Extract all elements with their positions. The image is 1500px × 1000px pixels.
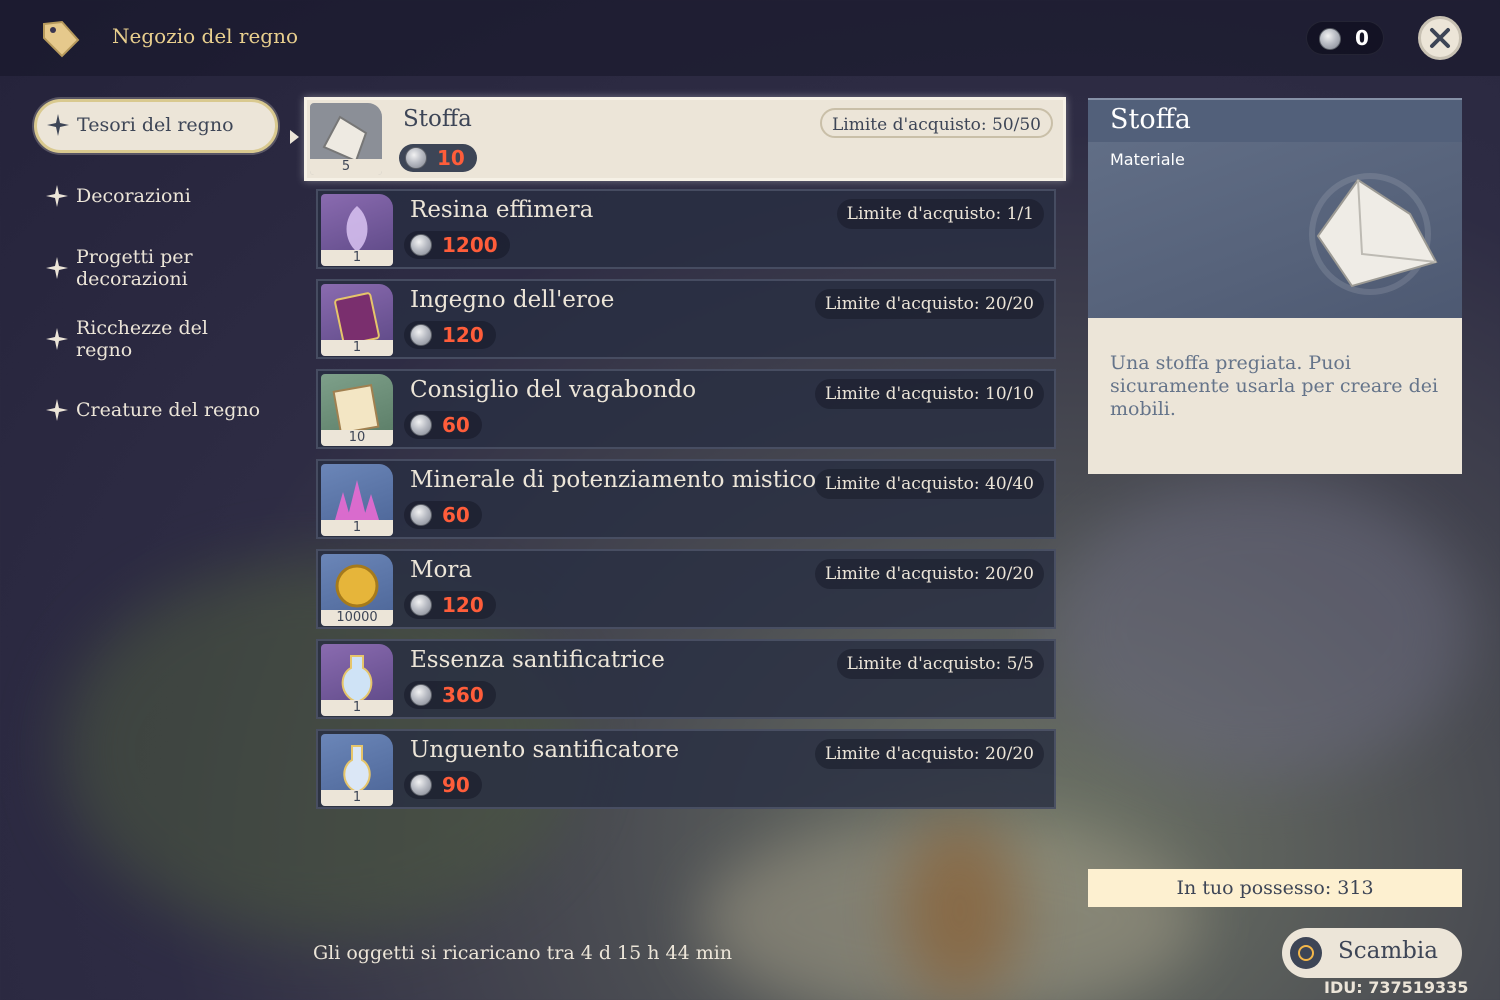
purchase-limit: Limite d'acquisto: 20/20	[815, 559, 1044, 589]
sidebar-item-progetti[interactable]: Progetti per decorazioni	[46, 246, 193, 290]
shop-item-row[interactable]: 1 Unguento santificatore 90 Limite d'acq…	[316, 729, 1056, 809]
item-name: Unguento santificatore	[410, 737, 680, 763]
item-name: Resina effimera	[410, 197, 594, 223]
realm-currency-icon	[410, 594, 432, 616]
purchase-limit: Limite d'acquisto: 40/40	[815, 469, 1044, 499]
item-price: 360	[404, 681, 496, 709]
realm-currency-icon	[410, 684, 432, 706]
item-name: Consiglio del vagabondo	[410, 377, 697, 403]
item-quantity: 5	[310, 159, 382, 175]
item-price: 60	[404, 501, 482, 529]
sparkle-icon	[46, 185, 68, 207]
cloth-icon	[1309, 173, 1438, 295]
item-name: Essenza santificatrice	[410, 647, 665, 673]
sidebar-item-label: Creature del regno	[76, 399, 261, 421]
realm-currency-icon	[410, 324, 432, 346]
item-name: Stoffa	[403, 106, 472, 132]
shop-tag-icon	[43, 20, 80, 58]
sidebar-item-label: Tesori del regno	[77, 114, 234, 136]
resin-icon: 1	[321, 194, 393, 266]
item-quantity: 1	[321, 340, 393, 356]
shop-item-row[interactable]: 1 Essenza santificatrice 360 Limite d'ac…	[316, 639, 1056, 719]
item-price: 60	[404, 411, 482, 439]
shop-item-row[interactable]: 1 Resina effimera 1200 Limite d'acquisto…	[316, 189, 1056, 269]
currency-value: 0	[1355, 26, 1369, 50]
mora-coin-icon: 10000	[321, 554, 393, 626]
close-icon	[1430, 28, 1450, 48]
active-indicator-arrow	[290, 130, 299, 144]
item-quantity: 10	[321, 430, 393, 446]
item-quantity: 1	[321, 790, 393, 806]
detail-body: Una stoffa pregiata. Puoi sicuramente us…	[1088, 318, 1462, 474]
sparkle-icon	[46, 257, 68, 279]
purchase-limit: Limite d'acquisto: 20/20	[815, 739, 1044, 769]
detail-header: Stoffa	[1088, 98, 1462, 142]
item-quantity: 1	[321, 520, 393, 536]
purchase-limit: Limite d'acquisto: 20/20	[815, 289, 1044, 319]
item-quantity: 10000	[321, 610, 393, 626]
item-price: 1200	[404, 231, 510, 259]
purchase-limit: Limite d'acquisto: 1/1	[836, 199, 1044, 229]
item-name: Mora	[410, 557, 473, 583]
purchase-limit: Limite d'acquisto: 10/10	[815, 379, 1044, 409]
book-icon: 1	[321, 284, 393, 356]
restock-timer: Gli oggetti si ricaricano tra 4 d 15 h 4…	[313, 942, 733, 964]
realm-currency-icon	[410, 234, 432, 256]
purchase-limit: Limite d'acquisto: 5/5	[836, 649, 1044, 679]
item-price: 120	[404, 591, 496, 619]
sidebar-item-decorazioni[interactable]: Decorazioni	[46, 185, 191, 207]
purchase-limit: Limite d'acquisto: 50/50	[820, 108, 1053, 138]
sparkle-icon	[46, 328, 68, 350]
shop-item-row[interactable]: 1 Ingegno dell'eroe 120 Limite d'acquist…	[316, 279, 1056, 359]
sidebar-item-creature[interactable]: Creature del regno	[46, 399, 260, 421]
item-price: 10	[399, 144, 477, 172]
sparkle-icon	[46, 399, 68, 421]
scroll-icon: 10	[321, 374, 393, 446]
owned-count: In tuo possesso: 313	[1088, 869, 1462, 907]
close-button[interactable]	[1418, 16, 1462, 60]
sidebar-item-label: Decorazioni	[76, 185, 191, 207]
user-id: IDU: 737519335	[1324, 978, 1469, 997]
item-name: Ingegno dell'eroe	[410, 287, 615, 313]
sidebar-item-ricchezze[interactable]: Ricchezze del regno	[46, 317, 208, 361]
confirm-ring-icon	[1290, 937, 1322, 969]
sidebar-item-label: Progetti per decorazioni	[76, 246, 193, 290]
detail-description: Una stoffa pregiata. Puoi sicuramente us…	[1110, 352, 1439, 420]
exchange-button[interactable]: Scambia	[1282, 928, 1462, 978]
realm-currency-icon	[405, 147, 427, 169]
shop-item-row[interactable]: 1 Minerale di potenziamento mistico 60 L…	[316, 459, 1056, 539]
detail-title: Stoffa	[1110, 104, 1191, 135]
realm-currency-icon	[410, 414, 432, 436]
item-price: 120	[404, 321, 496, 349]
item-name: Minerale di potenziamento mistico	[410, 467, 817, 493]
essence-flask-icon: 1	[321, 644, 393, 716]
detail-artwork: Materiale	[1088, 142, 1462, 318]
item-quantity: 1	[321, 250, 393, 266]
realm-currency-icon	[410, 504, 432, 526]
page-title: Negozio del regno	[112, 24, 299, 48]
cloth-icon: 5	[310, 103, 382, 175]
top-bar: Negozio del regno 0	[0, 0, 1500, 76]
crystal-icon: 1	[321, 464, 393, 536]
item-price: 90	[404, 771, 482, 799]
sidebar-item-tesori-del-regno[interactable]: Tesori del regno	[34, 99, 278, 153]
exchange-label: Scambia	[1338, 938, 1438, 964]
item-quantity: 1	[321, 700, 393, 716]
realm-currency-icon	[410, 774, 432, 796]
sidebar-item-label: Ricchezze del regno	[76, 317, 208, 361]
sparkle-icon	[47, 114, 69, 136]
currency-balance: 0	[1306, 21, 1384, 55]
shop-item-row[interactable]: 5 Stoffa 10 Limite d'acquisto: 50/50	[304, 97, 1066, 181]
item-detail-panel: Stoffa Materiale Una stoffa pregiata. Pu…	[1088, 98, 1462, 474]
shop-item-row[interactable]: 10 Consiglio del vagabondo 60 Limite d'a…	[316, 369, 1056, 449]
unction-flask-icon: 1	[321, 734, 393, 806]
realm-currency-icon	[1319, 28, 1341, 50]
detail-item-type: Materiale	[1110, 150, 1185, 169]
shop-item-row[interactable]: 10000 Mora 120 Limite d'acquisto: 20/20	[316, 549, 1056, 629]
